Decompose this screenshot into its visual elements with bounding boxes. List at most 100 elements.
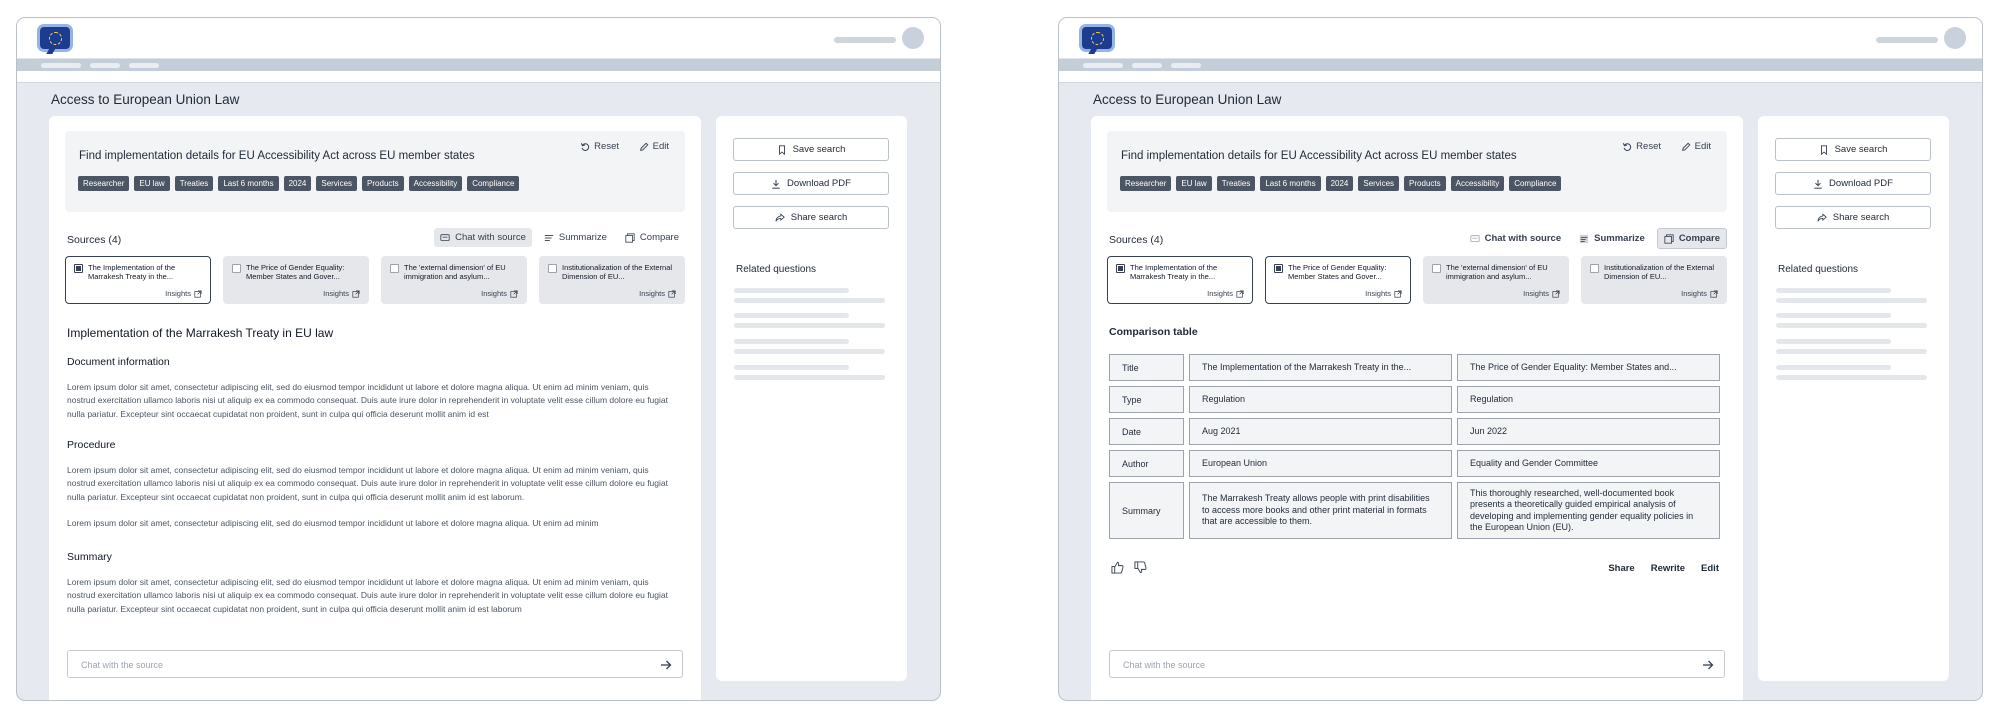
source-cards: The Implementation of the Marrakesh Trea… bbox=[1107, 256, 1727, 304]
nav-item[interactable] bbox=[1171, 63, 1201, 68]
filter-tag[interactable]: Last 6 months bbox=[218, 176, 279, 191]
filter-tag[interactable]: Researcher bbox=[1120, 176, 1172, 191]
source-checkbox[interactable] bbox=[1274, 264, 1283, 273]
filter-tag[interactable]: Compliance bbox=[467, 176, 520, 191]
related-question-placeholder[interactable] bbox=[1776, 339, 1891, 344]
chat-input[interactable]: Chat with the source bbox=[1109, 650, 1725, 678]
edit-query-button[interactable]: Edit bbox=[639, 141, 669, 152]
source-checkbox[interactable] bbox=[390, 264, 399, 273]
filter-tag[interactable]: Researcher bbox=[78, 176, 130, 191]
related-question-placeholder[interactable] bbox=[1776, 323, 1927, 328]
nav-item[interactable] bbox=[41, 63, 81, 68]
source-checkbox[interactable] bbox=[1590, 264, 1599, 273]
insights-link[interactable]: Insights bbox=[1523, 289, 1560, 298]
share-search-button[interactable]: Share search bbox=[1775, 206, 1931, 229]
source-card[interactable]: The 'external dimension' of EU immigrati… bbox=[1423, 256, 1569, 304]
related-question-placeholder[interactable] bbox=[1776, 298, 1927, 303]
thumbs-up-icon[interactable] bbox=[1111, 561, 1124, 574]
related-question-placeholder[interactable] bbox=[734, 375, 885, 380]
user-name-placeholder bbox=[1876, 37, 1938, 43]
eu-logo-icon[interactable] bbox=[1082, 27, 1112, 49]
compare-button[interactable]: Compare bbox=[619, 228, 685, 247]
edit-button[interactable]: Edit bbox=[1701, 563, 1719, 574]
thumbs-down-icon[interactable] bbox=[1134, 561, 1147, 574]
filter-tags: Researcher EU law Treaties Last 6 months… bbox=[1120, 176, 1562, 191]
source-card[interactable]: The Implementation of the Marrakesh Trea… bbox=[1107, 256, 1253, 304]
insights-link[interactable]: Insights bbox=[1207, 289, 1244, 298]
related-question-placeholder[interactable] bbox=[734, 339, 849, 344]
pencil-icon bbox=[639, 142, 649, 151]
edit-query-button[interactable]: Edit bbox=[1681, 141, 1711, 152]
arrow-right-icon[interactable] bbox=[660, 659, 672, 671]
avatar[interactable] bbox=[902, 27, 924, 49]
filter-tag[interactable]: Accessibility bbox=[408, 176, 463, 191]
source-card[interactable]: Institutionalization of the External Dim… bbox=[539, 256, 685, 304]
related-question-placeholder[interactable] bbox=[1776, 375, 1927, 380]
download-pdf-button[interactable]: Download PDF bbox=[1775, 172, 1931, 195]
filter-tag[interactable]: Services bbox=[1358, 176, 1400, 191]
share-search-label: Share search bbox=[1832, 212, 1890, 223]
arrow-right-icon[interactable] bbox=[1702, 659, 1714, 671]
insights-link[interactable]: Insights bbox=[323, 289, 360, 298]
related-question-placeholder[interactable] bbox=[734, 298, 885, 303]
related-questions-heading: Related questions bbox=[736, 264, 817, 275]
filter-tag[interactable]: Products bbox=[362, 176, 404, 191]
source-card[interactable]: The Price of Gender Equality: Member Sta… bbox=[223, 256, 369, 304]
nav-item[interactable] bbox=[1132, 63, 1162, 68]
nav-item[interactable] bbox=[129, 63, 159, 68]
filter-tag[interactable]: Services bbox=[316, 176, 358, 191]
chat-input[interactable]: Chat with the source bbox=[67, 650, 683, 678]
nav-item[interactable] bbox=[1083, 63, 1123, 68]
related-question-placeholder[interactable] bbox=[734, 313, 849, 318]
eu-logo-icon[interactable] bbox=[40, 27, 70, 49]
insights-link[interactable]: Insights bbox=[481, 289, 518, 298]
filter-tag[interactable]: EU law bbox=[134, 176, 170, 191]
related-question-placeholder[interactable] bbox=[734, 323, 885, 328]
filter-tag[interactable]: Last 6 months bbox=[1260, 176, 1321, 191]
related-question-placeholder[interactable] bbox=[1776, 288, 1891, 293]
source-card[interactable]: The Implementation of the Marrakesh Trea… bbox=[65, 256, 211, 304]
insights-link[interactable]: Insights bbox=[1365, 289, 1402, 298]
source-checkbox[interactable] bbox=[74, 264, 83, 273]
share-search-button[interactable]: Share search bbox=[733, 206, 889, 229]
filter-tag[interactable]: Accessibility bbox=[1450, 176, 1505, 191]
filter-tag[interactable]: Treaties bbox=[1216, 176, 1256, 191]
related-question-placeholder[interactable] bbox=[1776, 349, 1927, 354]
source-card[interactable]: The 'external dimension' of EU immigrati… bbox=[381, 256, 527, 304]
download-pdf-button[interactable]: Download PDF bbox=[733, 172, 889, 195]
sidebar-panel: Save search Download PDF Share search Re… bbox=[716, 116, 907, 681]
related-question-placeholder[interactable] bbox=[734, 349, 885, 354]
share-button[interactable]: Share bbox=[1608, 563, 1634, 574]
save-search-button[interactable]: Save search bbox=[1775, 138, 1931, 161]
filter-tag[interactable]: Treaties bbox=[174, 176, 214, 191]
source-card[interactable]: The Price of Gender Equality: Member Sta… bbox=[1265, 256, 1411, 304]
related-question-placeholder[interactable] bbox=[734, 288, 849, 293]
avatar[interactable] bbox=[1944, 27, 1966, 49]
source-checkbox[interactable] bbox=[548, 264, 557, 273]
source-card[interactable]: Institutionalization of the External Dim… bbox=[1581, 256, 1727, 304]
compare-button[interactable]: Compare bbox=[1656, 228, 1727, 249]
filter-tag[interactable]: EU law bbox=[1176, 176, 1212, 191]
source-checkbox[interactable] bbox=[232, 264, 241, 273]
insights-link[interactable]: Insights bbox=[1681, 289, 1718, 298]
save-search-button[interactable]: Save search bbox=[733, 138, 889, 161]
source-checkbox[interactable] bbox=[1116, 264, 1125, 273]
chat-with-source-button[interactable]: Chat with source bbox=[434, 228, 532, 247]
summarize-button[interactable]: Summarize bbox=[1573, 229, 1651, 248]
summarize-button[interactable]: Summarize bbox=[538, 228, 613, 247]
rewrite-button[interactable]: Rewrite bbox=[1651, 563, 1685, 574]
insights-link[interactable]: Insights bbox=[165, 289, 202, 298]
filter-tag[interactable]: 2024 bbox=[283, 176, 312, 191]
filter-tag[interactable]: Compliance bbox=[1509, 176, 1562, 191]
nav-item[interactable] bbox=[90, 63, 120, 68]
related-question-placeholder[interactable] bbox=[1776, 313, 1891, 318]
related-question-placeholder[interactable] bbox=[1776, 365, 1891, 370]
reset-button[interactable]: Reset bbox=[1622, 141, 1661, 152]
reset-button[interactable]: Reset bbox=[580, 141, 619, 152]
filter-tag[interactable]: Products bbox=[1404, 176, 1446, 191]
insights-link[interactable]: Insights bbox=[639, 289, 676, 298]
related-question-placeholder[interactable] bbox=[734, 365, 849, 370]
filter-tag[interactable]: 2024 bbox=[1325, 176, 1354, 191]
source-checkbox[interactable] bbox=[1432, 264, 1441, 273]
chat-with-source-button[interactable]: Chat with source bbox=[1464, 229, 1568, 248]
